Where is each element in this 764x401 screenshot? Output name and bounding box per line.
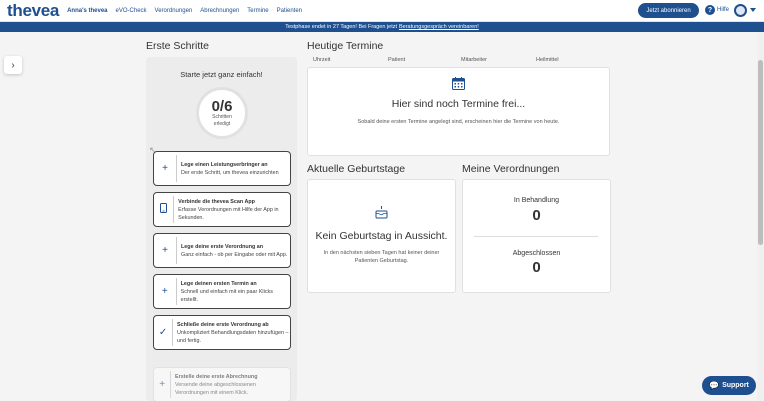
progress-label-2: erledigt — [213, 120, 231, 127]
progress-ring: 0/6 Schritten erledigt — [196, 87, 248, 139]
step-desc: Schnell und einfach mit ein paar Klicks … — [180, 288, 273, 303]
birthdays-title: Aktuelle Geburtstage — [307, 163, 406, 175]
subscribe-button[interactable]: Jetzt abonnieren — [638, 3, 699, 18]
steps-intro: Starte jetzt ganz einfach! — [180, 70, 263, 79]
thevea-logo[interactable]: thevea — [7, 1, 59, 21]
plus-icon: + — [159, 379, 166, 390]
trial-banner: Testphase endet in 27 Tagen! Bei Fragen … — [0, 22, 764, 32]
birthdays-empty-subtitle-2: Patienten Geburtstag. — [354, 258, 409, 264]
completed-label: Abgeschlossen — [512, 250, 561, 257]
cake-icon — [375, 206, 388, 219]
step-desc: Ganz einfach - ob per Eingabe oder mit A… — [181, 251, 288, 258]
step-desc: Der erste Schritt, um thevea einzurichte… — [181, 169, 279, 176]
support-label: Support — [722, 382, 749, 389]
step-desc: Versende deine abgeschlossenen Verordnun… — [175, 381, 256, 396]
nav-item-verordnungen[interactable]: Verordnungen — [155, 8, 193, 14]
divider — [176, 237, 177, 264]
step-desc: Erfasse Verordnungen mit Hilfe der App i… — [178, 206, 279, 221]
main-nav: Anna's thevea eVO-Check Verordnungen Abr… — [67, 8, 310, 14]
calendar-icon — [452, 77, 465, 90]
question-icon: ? — [705, 5, 715, 15]
divider — [175, 278, 177, 305]
nav-item-evo-check[interactable]: eVO-Check — [116, 8, 147, 14]
column-header-patient: Patient — [388, 57, 406, 63]
step-complete-prescription[interactable]: ✓ Schließe deine erste Verordnung ab Unk… — [153, 315, 291, 350]
chat-icon: 💬 — [709, 381, 720, 390]
step-title: Schließe deine erste Verordnung ab — [176, 321, 269, 328]
step-prescription[interactable]: + Lege deine erste Verordnung an Ganz ei… — [153, 233, 291, 268]
divider — [176, 155, 177, 182]
birthdays-empty-title: Kein Geburtstag in Aussicht. — [315, 230, 448, 242]
steps-title: Erste Schritte — [146, 40, 210, 52]
chevron-down-icon[interactable] — [750, 8, 756, 12]
prescriptions-title: Meine Verordnungen — [462, 163, 560, 175]
support-button[interactable]: 💬 Support — [702, 376, 756, 395]
step-desc: Unkompliziert Behandlungsdaten hinzufüge… — [176, 329, 289, 344]
help-label: Hilfe — [717, 7, 730, 13]
appointments-title: Heutige Termine — [307, 40, 384, 52]
step-scan-app[interactable]: Verbinde die thevea Scan App Erfasse Ver… — [153, 192, 291, 227]
divider — [173, 196, 175, 223]
plus-icon: + — [162, 245, 168, 256]
step-title: Erstelle deine erste Abrechnung — [175, 373, 258, 380]
appointments-empty-subtitle: Sobald deine ersten Termine angelegt sin… — [357, 119, 560, 125]
step-provider[interactable]: + Lege einen Leistungserbringer an Der e… — [153, 151, 291, 186]
check-icon: ✓ — [158, 327, 168, 338]
nav-item-patienten[interactable]: Patienten — [277, 8, 302, 14]
phone-icon — [154, 203, 173, 216]
help-button[interactable]: ? Hilfe — [705, 5, 729, 15]
completed-count[interactable]: 0 — [462, 259, 611, 276]
plus-icon: + — [161, 286, 168, 297]
divider — [474, 236, 598, 237]
in-treatment-count[interactable]: 0 — [462, 207, 611, 224]
nav-item-termine[interactable]: Termine — [247, 8, 268, 14]
scrollbar-thumb[interactable] — [758, 60, 763, 245]
consultation-link[interactable]: Beratungsgespräch vereinbaren! — [399, 24, 479, 30]
nav-item-annas-thevea[interactable]: Anna's thevea — [67, 8, 107, 14]
step-billing: + Erstelle deine erste Abrechnung Versen… — [153, 367, 291, 401]
avatar[interactable] — [734, 4, 747, 17]
divider — [172, 319, 173, 346]
nav-item-abrechnungen[interactable]: Abrechnungen — [200, 8, 239, 14]
in-treatment-label: In Behandlung — [513, 197, 560, 204]
progress-value: 0/6 — [211, 98, 233, 115]
divider — [170, 371, 171, 398]
step-title: Lege einen Leistungserbringer an — [181, 161, 268, 168]
plus-icon: + — [162, 163, 168, 174]
column-header-time: Uhrzeit — [313, 57, 331, 63]
step-title: Lege deine erste Verordnung an — [181, 243, 264, 250]
birthdays-empty-subtitle-1: In den nächsten sieben Tagen hat keiner … — [323, 250, 440, 256]
step-title: Verbinde die thevea Scan App — [178, 198, 255, 205]
step-appointment[interactable]: + Lege deinen ersten Termin an Schnell u… — [153, 274, 291, 309]
column-header-remedy: Heilmittel — [536, 57, 559, 63]
column-header-employee: Mitarbeiter — [461, 57, 487, 63]
progress-label-1: Schritten — [212, 114, 232, 120]
chevron-right-icon: › — [11, 59, 15, 71]
step-title: Lege deinen ersten Termin an — [180, 280, 257, 287]
appointments-empty-title: Hier sind noch Termine frei... — [391, 98, 526, 110]
trial-banner-text: Testphase endet in 27 Tagen! Bei Fragen … — [285, 24, 397, 30]
sidebar-toggle-button[interactable]: › — [4, 56, 22, 74]
